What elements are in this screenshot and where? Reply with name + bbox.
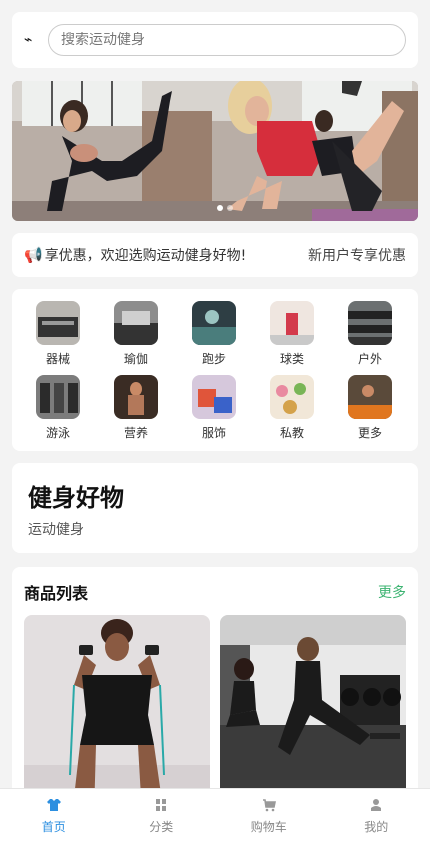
- category-label: 户外: [357, 352, 382, 366]
- product-image: [220, 615, 406, 815]
- category-ball[interactable]: 球类: [262, 301, 322, 367]
- tab-home[interactable]: 首页: [0, 789, 108, 844]
- carousel-dot[interactable]: [227, 205, 233, 211]
- cart-icon: [262, 799, 276, 812]
- category-label: 球类: [279, 352, 304, 366]
- banner-image: [12, 81, 418, 221]
- megaphone-icon: 📢: [24, 246, 43, 264]
- tab-label: 购物车: [250, 820, 287, 834]
- notice-bar[interactable]: 📢 享优惠，欢迎选购运动健身好物! 新用户专享优惠: [12, 233, 418, 277]
- yoga-thumb: [114, 301, 158, 345]
- trainer-thumb: [270, 375, 314, 419]
- search-input[interactable]: [61, 32, 393, 48]
- category-equipment[interactable]: 器械: [28, 301, 88, 367]
- category-label: 更多: [357, 426, 382, 440]
- product-list-header: 商品列表 更多: [24, 567, 406, 615]
- new-user-offer-link[interactable]: 新用户专享优惠: [308, 245, 406, 265]
- category-swimming[interactable]: 游泳: [28, 375, 88, 441]
- swimming-thumb: [36, 375, 80, 419]
- product-list-title: 商品列表: [24, 584, 89, 603]
- product-card[interactable]: [220, 615, 406, 815]
- category-label: 瑜伽: [123, 352, 148, 366]
- more-link[interactable]: 更多: [378, 582, 406, 602]
- brand-title: 健身好物: [28, 484, 124, 512]
- category-label: 游泳: [45, 426, 70, 440]
- category-grid: 器械 瑜伽 跑步 球类 户外 游泳 营养 服饰 私教 更多: [12, 289, 418, 451]
- category-label: 跑步: [201, 352, 226, 366]
- product-card[interactable]: [24, 615, 210, 815]
- brand-subtitle: 运动健身: [28, 522, 84, 538]
- user-icon: [371, 799, 382, 811]
- category-apparel[interactable]: 服饰: [184, 375, 244, 441]
- tab-label: 分类: [149, 820, 174, 834]
- search-box[interactable]: [48, 24, 406, 56]
- brand-section: 健身好物 运动健身: [12, 463, 418, 553]
- grid-icon: [156, 799, 167, 811]
- apparel-thumb: [192, 375, 236, 419]
- more-thumb: [348, 375, 392, 419]
- ball-thumb: [270, 301, 314, 345]
- carousel-indicator: [217, 205, 233, 211]
- notice-text: 享优惠，欢迎选购运动健身好物!: [44, 248, 247, 264]
- equipment-thumb: [36, 301, 80, 345]
- tab-category[interactable]: 分类: [108, 789, 216, 844]
- category-nutrition[interactable]: 营养: [106, 375, 166, 441]
- tab-profile[interactable]: 我的: [323, 789, 430, 844]
- tab-cart[interactable]: 购物车: [215, 789, 323, 844]
- category-label: 私教: [279, 426, 304, 440]
- banner-carousel[interactable]: [12, 81, 418, 221]
- category-label: 服饰: [201, 426, 226, 440]
- tab-label: 我的: [364, 820, 389, 834]
- category-label: 器械: [45, 352, 70, 366]
- category-outdoor[interactable]: 户外: [340, 301, 400, 367]
- carousel-dot[interactable]: [217, 205, 223, 211]
- category-running[interactable]: 跑步: [184, 301, 244, 367]
- category-yoga[interactable]: 瑜伽: [106, 301, 166, 367]
- bottom-tab-bar: 首页 分类 购物车 我的: [0, 788, 430, 844]
- running-thumb: [192, 301, 236, 345]
- nutrition-thumb: [114, 375, 158, 419]
- product-grid: [24, 615, 406, 815]
- tab-label: 首页: [41, 820, 66, 834]
- category-more[interactable]: 更多: [340, 375, 400, 441]
- shirt-icon: [46, 799, 61, 811]
- search-bar: ⌁: [12, 12, 418, 68]
- outdoor-thumb: [348, 301, 392, 345]
- product-image: [24, 615, 210, 815]
- bolt-icon: ⌁: [24, 32, 33, 48]
- category-trainer[interactable]: 私教: [262, 375, 322, 441]
- category-label: 营养: [123, 426, 148, 440]
